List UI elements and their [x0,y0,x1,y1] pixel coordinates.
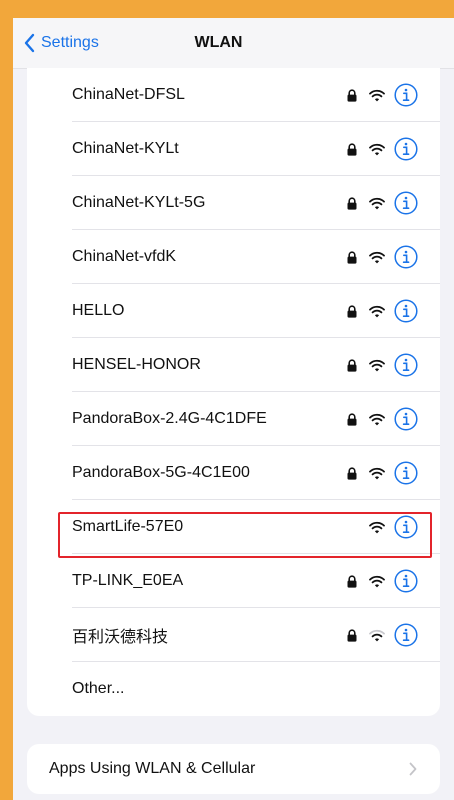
lock-icon [347,88,357,102]
network-status [347,284,418,338]
info-icon[interactable] [394,461,418,485]
other-network-label: Other... [72,680,125,697]
network-status [347,122,418,176]
network-row[interactable]: ChinaNet-KYLt [27,122,440,176]
apps-using-wlan-label: Apps Using WLAN & Cellular [49,760,256,777]
network-row[interactable]: PandoraBox-2.4G-4C1DFE [27,392,440,446]
lock-icon [347,358,357,372]
chevron-right-icon [409,762,417,776]
info-icon[interactable] [394,623,418,647]
network-list: ChinaNet-DFSL ChinaNet-KYLt ChinaNet-KYL… [27,68,440,716]
lock-icon [347,142,357,156]
wifi-icon [369,359,385,371]
lock-icon [347,466,357,480]
wifi-icon [369,305,385,317]
other-network-row[interactable]: Other... [27,662,440,716]
wifi-icon [369,251,385,263]
info-icon[interactable] [394,353,418,377]
network-status [369,500,418,554]
network-status [347,446,418,500]
network-status [347,338,418,392]
network-row[interactable]: HENSEL-HONOR [27,338,440,392]
network-status [347,68,418,122]
network-row[interactable]: PandoraBox-5G-4C1E00 [27,446,440,500]
network-status [347,176,418,230]
lock-icon [347,574,357,588]
info-icon[interactable] [394,569,418,593]
lock-icon [347,304,357,318]
network-row[interactable]: 百利沃德科技 [27,608,440,662]
network-status [347,608,418,662]
page-title: WLAN [194,34,243,51]
wlan-screen: Settings WLAN ChinaNet-DFSL ChinaNet-KYL… [13,18,454,800]
lock-icon [347,250,357,264]
info-icon[interactable] [394,245,418,269]
info-icon[interactable] [394,191,418,215]
apps-using-wlan-row[interactable]: Apps Using WLAN & Cellular [27,744,440,794]
network-status [347,230,418,284]
network-row[interactable]: HELLO [27,284,440,338]
screenshot-frame: Settings WLAN ChinaNet-DFSL ChinaNet-KYL… [0,0,454,800]
network-row-smartlife[interactable]: SmartLife-57E0 [27,500,440,554]
lock-icon [347,196,357,210]
network-row[interactable]: ChinaNet-DFSL [27,68,440,122]
network-status [347,392,418,446]
wifi-icon [369,89,385,101]
network-row[interactable]: ChinaNet-vfdK [27,230,440,284]
info-icon[interactable] [394,407,418,431]
wifi-icon [369,143,385,155]
lock-icon [347,412,357,426]
info-icon[interactable] [394,299,418,323]
network-row[interactable]: TP-LINK_E0EA [27,554,440,608]
wifi-icon [369,197,385,209]
lock-icon [347,628,357,642]
navigation-bar: Settings WLAN [13,18,454,69]
wifi-icon [369,413,385,425]
network-status [347,554,418,608]
wifi-weak-icon [369,629,385,641]
network-row[interactable]: ChinaNet-KYLt-5G [27,176,440,230]
info-icon[interactable] [394,515,418,539]
info-icon[interactable] [394,83,418,107]
info-icon[interactable] [394,137,418,161]
wifi-icon [369,575,385,587]
wifi-icon [369,467,385,479]
wifi-icon [369,521,385,533]
